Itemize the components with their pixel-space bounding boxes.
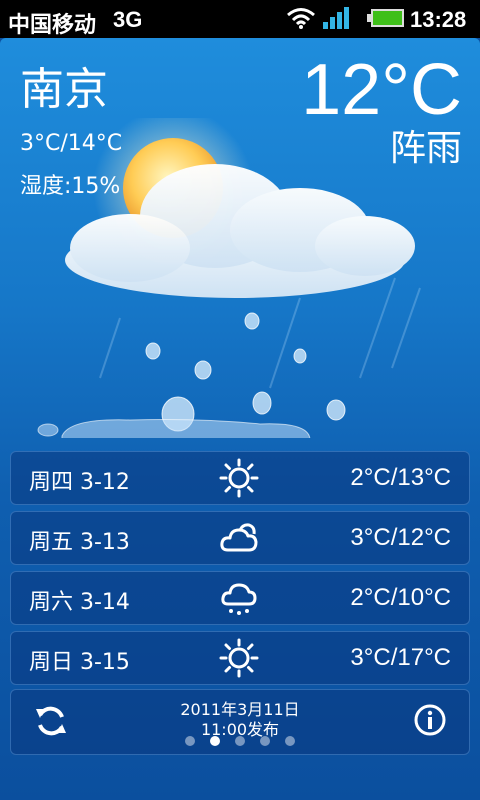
rain-cloud-icon (221, 583, 257, 615)
humidity-label: 湿度:15% (20, 174, 121, 199)
forecast-row[interactable]: 周五 3-13 3°C/12°C (10, 511, 470, 565)
publish-date: 2011年3月11日 (180, 700, 300, 719)
forecast-temp: 3°C/12°C (350, 524, 451, 551)
signal-icon (323, 7, 349, 29)
forecast-day: 周五 3-13 (29, 530, 130, 555)
status-bar: 中国移动 3G 13:28 (0, 0, 480, 38)
forecast-day: 周四 3-12 (29, 470, 130, 495)
page-dot[interactable] (235, 736, 245, 746)
battery-icon (367, 9, 404, 27)
network-type: 3G (113, 7, 143, 32)
carrier-label: 中国移动 (8, 12, 97, 37)
today-temp-range: 3°C/14°C (20, 131, 123, 156)
sun-icon (219, 638, 259, 678)
forecast-row[interactable]: 周日 3-15 3°C/17°C (10, 631, 470, 685)
forecast-day: 周日 3-15 (29, 650, 130, 675)
forecast-day: 周六 3-14 (29, 590, 130, 615)
page-indicator[interactable] (0, 731, 480, 746)
status-clock: 13:28 (410, 7, 467, 32)
cloud-icon (220, 523, 258, 552)
current-temperature: 12°C (301, 50, 462, 130)
weather-condition: 阵雨 (389, 128, 462, 169)
forecast-row[interactable]: 周四 3-12 2°C/13°C (10, 451, 470, 505)
city-name: 南京 (20, 64, 108, 115)
forecast-temp: 3°C/17°C (350, 644, 451, 671)
forecast-row[interactable]: 周六 3-14 2°C/10°C (10, 571, 470, 625)
wifi-icon (287, 8, 315, 29)
forecast-temp: 2°C/13°C (350, 464, 451, 491)
sun-icon (219, 458, 259, 498)
page-dot[interactable] (184, 736, 195, 746)
weather-main: 南京 3°C/14°C 湿度:15% 12°C 阵雨 (0, 38, 480, 800)
page-dot-active[interactable] (209, 736, 220, 746)
forecast-temp: 2°C/10°C (350, 584, 451, 611)
